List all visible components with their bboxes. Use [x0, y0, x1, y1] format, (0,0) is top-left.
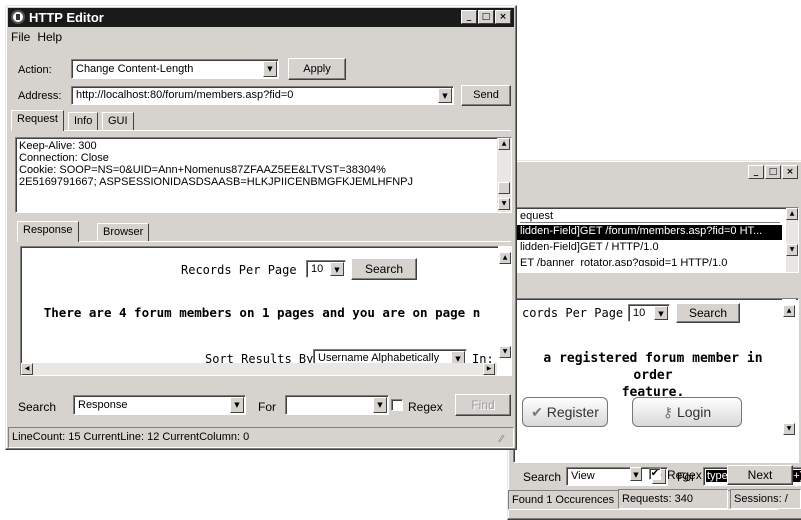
list-item[interactable]: ET /banner_rotator.asp?gspid=1 HTTP/1.0	[520, 257, 727, 266]
menu-file[interactable]: File	[11, 30, 30, 44]
records-per-page-label: cords Per Page	[522, 306, 624, 320]
http-editor-titlebar[interactable]: HTTP Editor _ □ ×	[8, 8, 514, 27]
front-search-label: Search	[18, 400, 57, 414]
window-title: HTTP Editor	[29, 10, 104, 25]
next-button[interactable]: Next	[727, 465, 793, 485]
records-search-button[interactable]: Search	[351, 258, 417, 280]
resize-grip-icon[interactable]: ⁄⁄	[500, 434, 512, 446]
scroll-up-icon[interactable]: ▲	[499, 252, 511, 264]
scroll-down-icon[interactable]: ▼	[786, 244, 798, 256]
requests-status: Requests: 340	[618, 489, 728, 509]
front-for-label: For	[258, 400, 276, 414]
scroll-right-icon[interactable]: ▶	[483, 363, 495, 375]
http-editor-window: HTTP Editor _ □ × File Help Action: Chan…	[5, 5, 517, 450]
tab-gui[interactable]: GUI	[102, 112, 134, 131]
menu-help[interactable]: Help	[37, 30, 62, 44]
response-hscrollbar[interactable]: ◀ ▶	[21, 363, 497, 375]
action-label: Action:	[18, 64, 52, 76]
sessions-status: Sessions: /	[730, 489, 801, 509]
chevron-down-icon[interactable]: ▼	[263, 61, 277, 77]
apply-button[interactable]: Apply	[288, 58, 346, 80]
chevron-down-icon[interactable]: ▼	[373, 397, 387, 413]
registered-message: a registered forum member in order featu…	[543, 351, 763, 400]
browser-scrollbar[interactable]: ▲ ▼	[782, 299, 796, 460]
front-for-input[interactable]: ▼	[285, 395, 389, 415]
chevron-down-icon[interactable]: ▼	[630, 467, 642, 481]
front-regex-label: Regex	[408, 400, 443, 414]
list-item[interactable]: lidden-Field]GET / HTTP/1.0	[520, 241, 659, 253]
scroll-up-icon[interactable]: ▲	[786, 208, 798, 220]
menu-bar: File Help	[11, 30, 62, 44]
send-button[interactable]: Send	[461, 85, 511, 106]
action-select[interactable]: Change Content-Length ▼	[71, 59, 279, 79]
back-regex-checkbox[interactable]: ✔	[649, 468, 661, 480]
close-icon[interactable]: ×	[495, 10, 511, 24]
records-per-page-select[interactable]: 10 ▼	[306, 260, 346, 278]
list-item[interactable]: lidden-Field]GET /forum/members.asp?fid=…	[516, 225, 782, 240]
scroll-left-icon[interactable]: ◀	[21, 363, 33, 375]
back-search-label: Search	[523, 470, 562, 484]
tab-request[interactable]: Request	[11, 110, 64, 131]
chevron-down-icon[interactable]: ▼	[438, 88, 452, 103]
maximize-icon[interactable]: □	[478, 10, 494, 24]
chevron-down-icon[interactable]: ▼	[230, 397, 244, 413]
minimize-icon[interactable]: _	[748, 165, 764, 179]
scroll-down-icon[interactable]: ▼	[498, 198, 510, 210]
login-button[interactable]: ⚷ Login	[632, 397, 742, 427]
tab-browser[interactable]: Browser	[97, 223, 150, 242]
close-icon[interactable]: ×	[782, 165, 798, 179]
find-button[interactable]: Find	[455, 394, 511, 416]
request-text[interactable]: Keep-Alive: 300 Connection: Close Cookie…	[19, 140, 497, 188]
list-scrollbar[interactable]: ▲ ▼	[786, 208, 798, 272]
maximize-icon[interactable]: □	[765, 165, 781, 179]
scroll-down-icon[interactable]: ▼	[783, 423, 795, 435]
tab-info[interactable]: Info	[68, 112, 99, 131]
request-editor[interactable]: Keep-Alive: 300 Connection: Close Cookie…	[15, 137, 512, 213]
tab-response[interactable]: Response	[17, 221, 79, 242]
register-button[interactable]: ✔ Register	[522, 397, 608, 427]
request-list: equest lidden-Field]GET /forum/members.a…	[513, 207, 799, 273]
list-header[interactable]: equest	[520, 210, 780, 223]
request-scrollbar[interactable]: ▲ ▼	[497, 138, 511, 212]
check-icon: ✔	[531, 404, 543, 420]
response-pane: Records Per Page 10 ▼ Search There are 4…	[20, 246, 500, 376]
back-regex-label: Regex	[667, 468, 702, 482]
back-window-titlebar[interactable]: _ □ ×	[510, 163, 801, 182]
front-regex-checkbox[interactable]	[391, 399, 403, 411]
app-icon	[11, 10, 25, 24]
chevron-down-icon[interactable]: ▼	[654, 306, 668, 320]
scroll-up-icon[interactable]: ▲	[498, 138, 510, 150]
minimize-icon[interactable]: _	[461, 10, 477, 24]
records-per-page-label: Records Per Page	[181, 263, 297, 277]
address-label: Address:	[18, 90, 62, 102]
front-search-select[interactable]: Response ▼	[73, 395, 246, 415]
address-select[interactable]: http://localhost:80/forum/members.asp?fi…	[71, 86, 454, 105]
back-browser-pane: cords Per Page 10 ▼ Search ▲ ▼ a registe…	[513, 298, 799, 463]
scroll-thumb[interactable]	[498, 182, 510, 194]
scroll-down-icon[interactable]: ▼	[499, 346, 511, 358]
response-vscrollbar[interactable]: ▲ ▼	[498, 246, 512, 376]
chevron-down-icon[interactable]: ▼	[330, 262, 344, 276]
members-message: There are 4 forum members on 1 pages and…	[43, 305, 481, 320]
key-icon: ⚷	[662, 404, 674, 420]
records-per-page-select[interactable]: 10 ▼	[628, 304, 670, 322]
back-search-button[interactable]: Search	[676, 303, 740, 323]
line-status: LineCount: 15 CurrentLine: 12 CurrentCol…	[8, 427, 514, 448]
scroll-up-icon[interactable]: ▲	[783, 305, 795, 317]
